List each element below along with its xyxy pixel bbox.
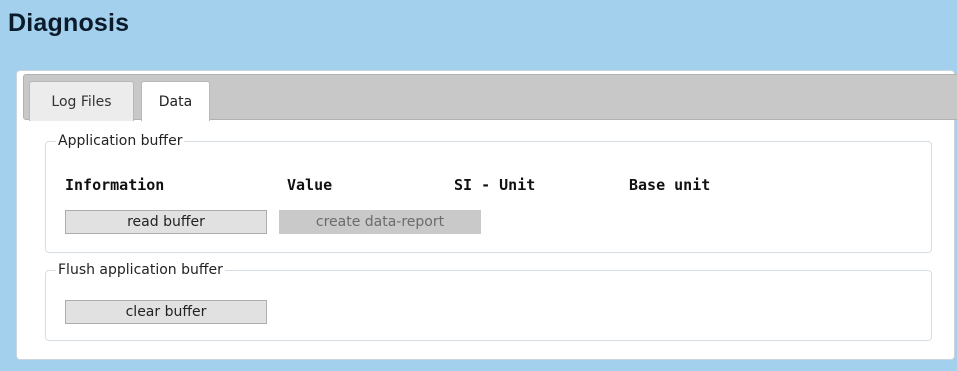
column-header-information: Information — [65, 176, 165, 194]
diagnosis-panel: Log Files Data Application buffer Inform… — [16, 70, 957, 360]
column-header-base-unit: Base unit — [629, 176, 711, 194]
flush-application-buffer-legend: Flush application buffer — [58, 262, 223, 278]
page-title: Diagnosis — [8, 9, 130, 37]
column-header-value: Value — [287, 176, 333, 194]
tab-strip: Log Files Data — [23, 74, 957, 121]
create-data-report-button[interactable]: create data-report — [279, 210, 481, 234]
tab-data[interactable]: Data — [141, 81, 210, 121]
diagnosis-page: Diagnosis Log Files Data Application buf… — [0, 0, 957, 371]
clear-buffer-button[interactable]: clear buffer — [65, 300, 267, 324]
tab-log-files[interactable]: Log Files — [29, 81, 134, 121]
application-buffer-legend: Application buffer — [58, 133, 183, 149]
column-header-si-unit: SI - Unit — [454, 176, 536, 194]
read-buffer-button[interactable]: read buffer — [65, 210, 267, 234]
